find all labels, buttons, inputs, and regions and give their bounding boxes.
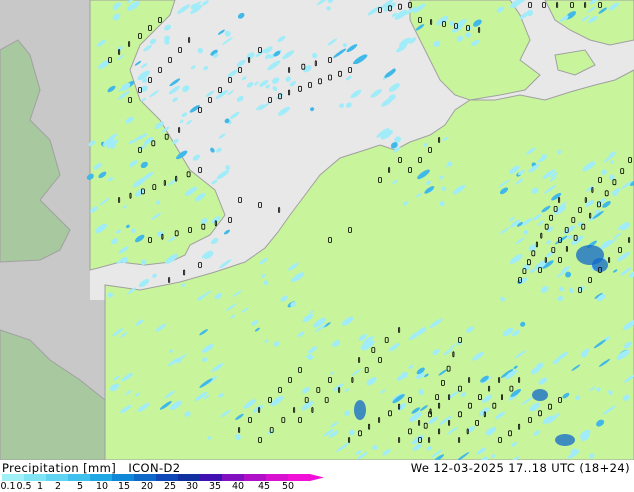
colorbar-tick-label: 1	[36, 481, 44, 492]
quantity-label: Precipitation [mm]	[2, 461, 117, 475]
colorbar-tick-label: 2	[54, 481, 62, 492]
valid-time: We 12-03-2025 17..18 UTC (18+24)	[410, 461, 630, 475]
precip-cell	[354, 400, 366, 420]
colorbar-tick-label: 5	[76, 481, 84, 492]
colorbar-tick-label: 40	[231, 481, 245, 492]
colorbar-tick-label: 45	[257, 481, 271, 492]
colorbar-tick-label: 0.1	[0, 481, 16, 492]
precip-cell	[555, 434, 575, 446]
precip-cell	[592, 258, 608, 272]
precip-cell	[532, 389, 548, 401]
model-label: ICON-D2	[128, 461, 181, 475]
colorbar-segment	[46, 474, 68, 481]
colorbar-segment	[200, 474, 222, 481]
colorbar-segment	[2, 474, 24, 481]
colorbar-segment	[112, 474, 134, 481]
colorbar-segment	[178, 474, 200, 481]
colorbar-tick-label: 30	[185, 481, 199, 492]
colorbar-segment	[134, 474, 156, 481]
colorbar-segment	[156, 474, 178, 481]
colorbar-segment	[24, 474, 46, 481]
precipitation-map	[0, 0, 634, 460]
colorbar-arrow	[310, 474, 324, 481]
colorbar-segment	[244, 474, 266, 481]
colorbar-segment	[266, 474, 288, 481]
map-title: Precipitation [mm] ICON-D2	[2, 461, 181, 475]
colorbar-segment	[222, 474, 244, 481]
colorbar-segment	[288, 474, 310, 481]
colorbar-segment	[90, 474, 112, 481]
colorbar-tick-label: 35	[208, 481, 222, 492]
colorbar-tick-label: 15	[117, 481, 131, 492]
colorbar-segment	[68, 474, 90, 481]
colorbar-tick-label: 10	[95, 481, 109, 492]
colorbar-tick-label: 50	[281, 481, 295, 492]
colorbar-tick-label: 20	[140, 481, 154, 492]
colorbar-tick-label: 25	[163, 481, 177, 492]
colorbar-tick-label: 0.5	[16, 481, 32, 492]
